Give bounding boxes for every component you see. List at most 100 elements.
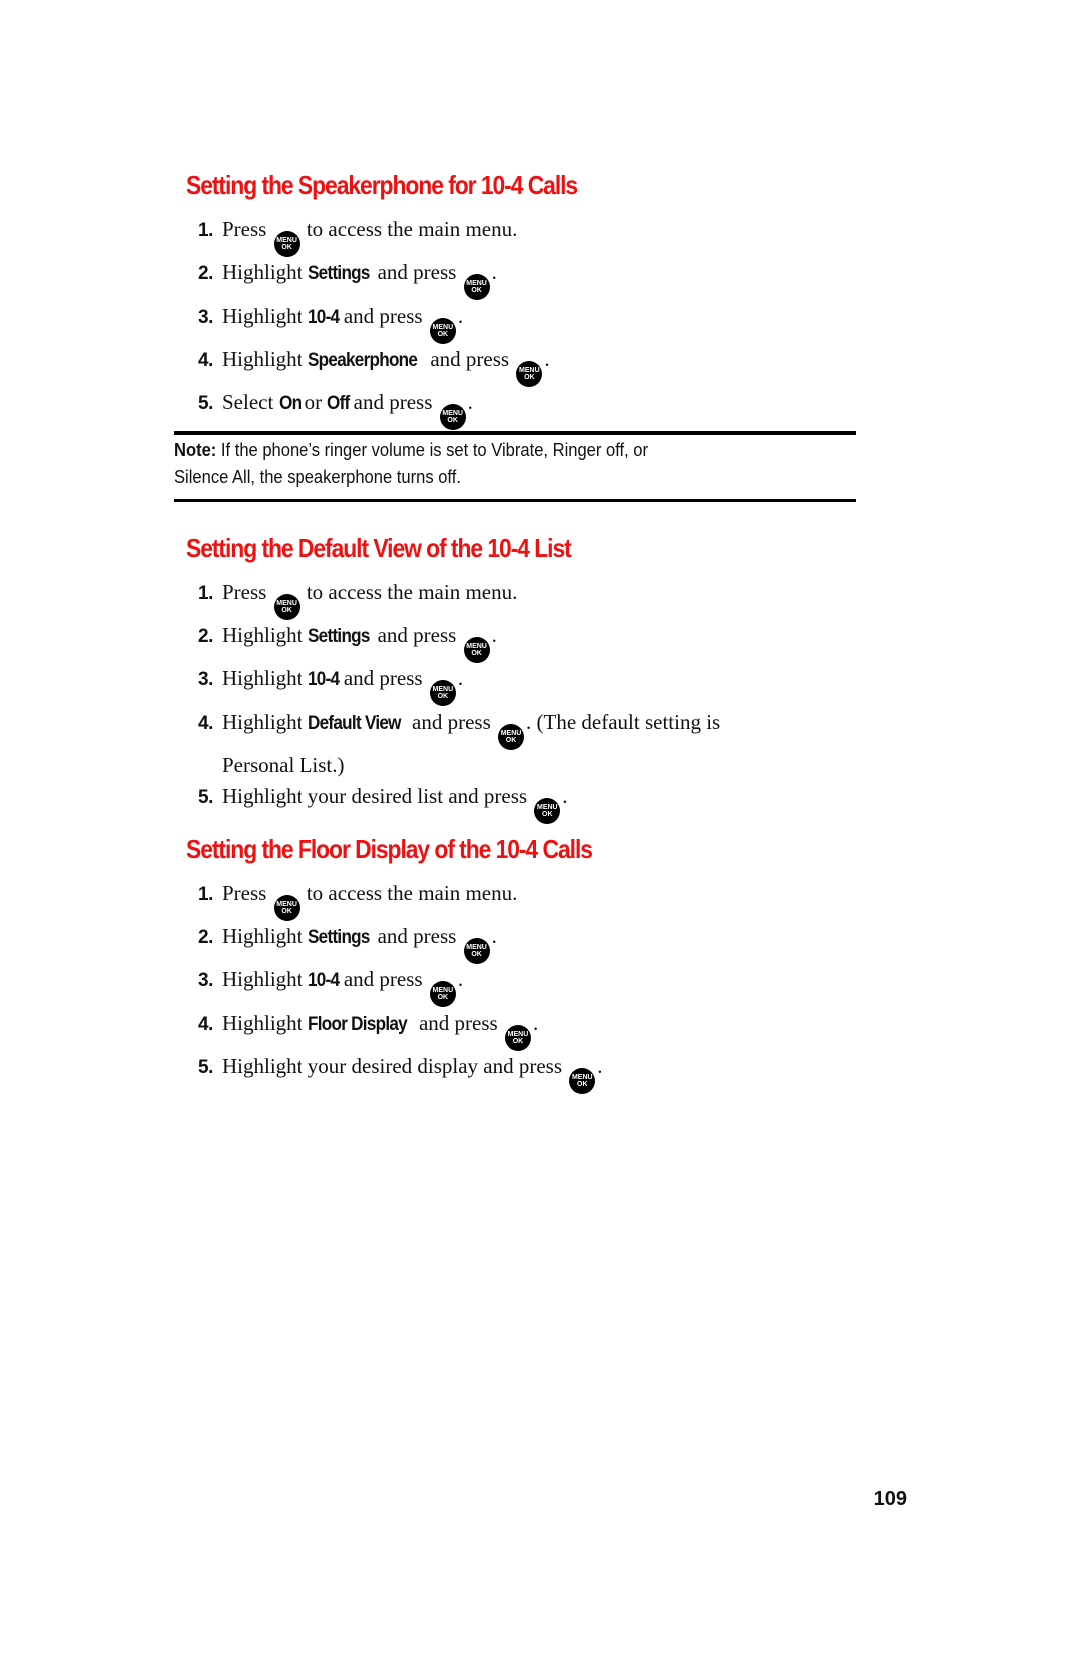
step-text: Highlight [222, 347, 308, 371]
menu-ok-icon: MENU OK [429, 680, 456, 706]
section-heading-speakerphone: Setting the Speakerphone for 10-4 Calls [186, 170, 578, 200]
step: 1. Press MENU OK to access the main menu. [198, 878, 838, 921]
keyword: On [278, 393, 302, 414]
step-text: . [457, 666, 464, 690]
step-number: 5. [198, 393, 213, 414]
step-text: . [467, 390, 473, 414]
step-text: Highlight [222, 924, 308, 948]
note-label: Note: [174, 440, 217, 460]
keyword: Speakerphone [307, 350, 418, 371]
step: 2. Highlight Settings and press MENU OK. [198, 257, 838, 300]
menu-ok-icon: MENU OK [569, 1068, 596, 1094]
step: 5. Select On or Off and press MENU OK. [198, 387, 838, 430]
step-text: Highlight your desired list and press [222, 784, 533, 808]
step-number: 2. [198, 626, 213, 647]
step-number: 3. [198, 970, 213, 991]
note-text: If the phone’s ringer volume is set to V… [216, 440, 649, 460]
step-text: . [562, 784, 568, 808]
step-number: 2. [198, 263, 213, 284]
step-text: and press [338, 967, 428, 991]
step-text: and press [425, 347, 515, 371]
step-text: and press [338, 666, 428, 690]
menu-ok-icon: MENU OK [504, 1025, 531, 1051]
step-number: 1. [198, 583, 213, 604]
step-text: . [597, 1054, 603, 1078]
menu-ok-icon: MENU OK [463, 274, 490, 300]
step: 3. Highlight 10-4 and press MENU OK. [198, 663, 838, 706]
menu-ok-icon: MENU OK [273, 231, 300, 257]
menu-ok-icon: MENU OK [516, 361, 543, 387]
menu-ok-icon: MENU OK [463, 637, 490, 663]
section-heading-floor-display: Setting the Floor Display of the 10-4 Ca… [186, 834, 593, 864]
step-number: 4. [198, 713, 213, 734]
page-number: 109 [873, 1488, 907, 1510]
step-text: Highlight [222, 304, 308, 328]
menu-ok-icon: MENU OK [534, 798, 561, 824]
step-text: . [457, 304, 464, 328]
step-text: and press [348, 390, 438, 414]
step-text: Select [222, 390, 279, 414]
step-text: to access the main menu. [301, 881, 518, 905]
step: 4. Highlight Floor Display and press MENU… [198, 1008, 838, 1051]
step-text: . [491, 924, 497, 948]
keyword: Off [327, 393, 350, 414]
note-top-rule [174, 431, 856, 435]
keyword: Settings [307, 263, 370, 284]
step-number: 4. [198, 1014, 213, 1035]
keyword: 10-4 [307, 970, 340, 991]
note-bottom-rule [174, 499, 856, 502]
menu-ok-icon: MENU OK [273, 594, 300, 620]
keyword: Default View [307, 713, 401, 734]
step-number: 4. [198, 350, 213, 371]
step-number: 2. [198, 927, 213, 948]
step: 3. Highlight 10-4 and press MENU OK. [198, 301, 838, 344]
menu-ok-icon: MENU OK [273, 895, 300, 921]
step-number: 5. [198, 1057, 213, 1078]
step-text: and press [413, 1011, 503, 1035]
step-continuation: Personal List.) [222, 753, 345, 777]
note-line-2: Silence All, the speakerphone turns off. [174, 467, 461, 487]
step-text: Press [222, 580, 272, 604]
step-text: . [457, 967, 464, 991]
step-text: Highlight [222, 666, 308, 690]
step-number: 1. [198, 220, 213, 241]
step-number: 3. [198, 669, 213, 690]
keyword: 10-4 [307, 669, 340, 690]
step-text: and press [372, 623, 462, 647]
step-text: Highlight your desired display and press [222, 1054, 568, 1078]
step-text: to access the main menu. [301, 580, 518, 604]
note-box: Note: If the phone’s ringer volume is se… [174, 437, 800, 491]
step-text: and press [372, 924, 462, 948]
step-text: . [544, 347, 550, 371]
step: 5. Highlight your desired list and press … [198, 781, 838, 824]
step-text: Highlight [222, 967, 308, 991]
step-text: Highlight [222, 623, 308, 647]
step-text: to access the main menu. [301, 217, 518, 241]
step-text: . [491, 260, 497, 284]
step-text: or [299, 390, 328, 414]
step-text: . [491, 623, 497, 647]
keyword: Settings [307, 626, 370, 647]
menu-ok-icon: MENU OK [439, 404, 466, 430]
menu-ok-icon: MENU OK [429, 981, 456, 1007]
keyword: Floor Display [307, 1014, 408, 1035]
menu-ok-icon: MENU OK [429, 318, 456, 344]
keyword: 10-4 [307, 307, 340, 328]
step-number: 5. [198, 787, 213, 808]
note-line-1: Note: If the phone’s ringer volume is se… [174, 437, 800, 464]
menu-ok-icon: MENU OK [498, 724, 525, 750]
step-text: . (The default setting is [526, 710, 721, 734]
step-number: 1. [198, 884, 213, 905]
step: 4. Highlight Speakerphone and press MENU O… [198, 344, 838, 387]
step: 5. Highlight your desired display and pre… [198, 1051, 838, 1094]
step: 2. Highlight Settings and press MENU OK. [198, 620, 838, 663]
step-text: Highlight [222, 1011, 308, 1035]
step-text: and press [406, 710, 497, 734]
step-text: Press [222, 217, 272, 241]
step-text: and press [372, 260, 462, 284]
step-text: and press [338, 304, 428, 328]
step: 3. Highlight 10-4 and press MENU OK. [198, 964, 838, 1007]
step: 4. Highlight Default View and press MENU O… [198, 707, 838, 781]
step-text: . [532, 1011, 539, 1035]
step-text: Press [222, 881, 272, 905]
